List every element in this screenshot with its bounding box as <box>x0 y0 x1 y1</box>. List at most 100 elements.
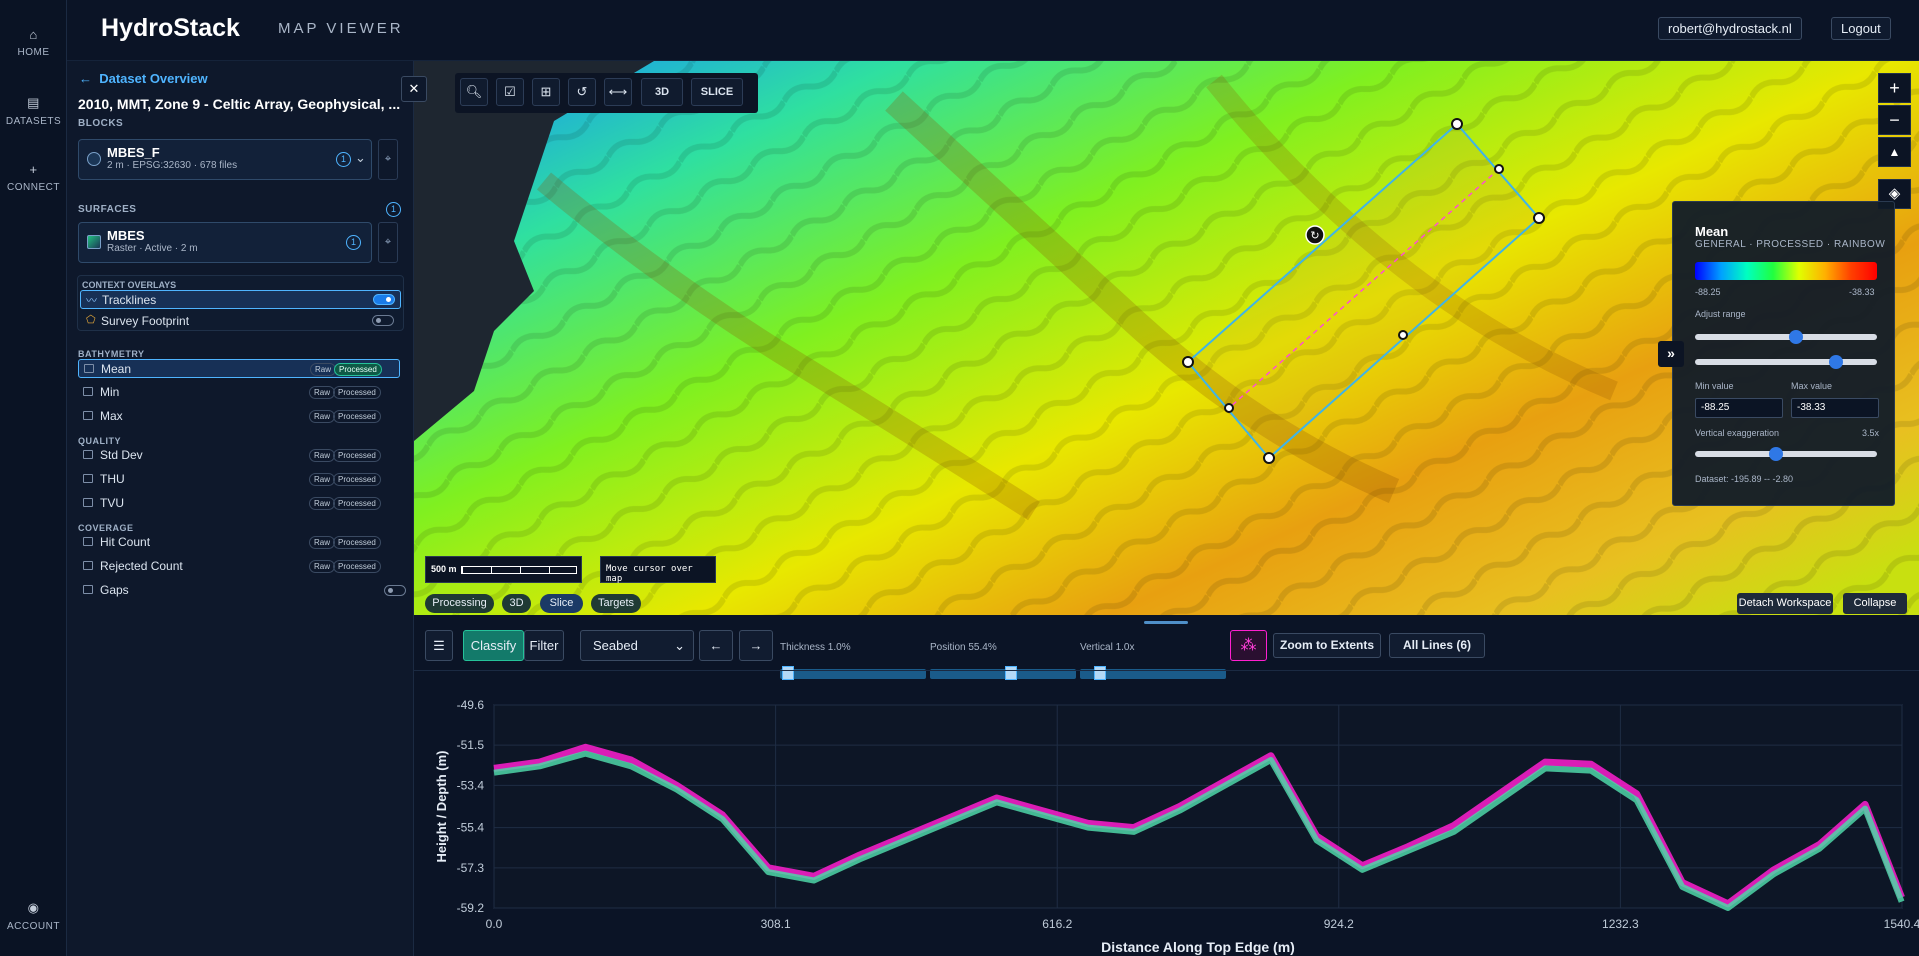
layers-icon: ◈ <box>1888 185 1901 202</box>
processed-tag[interactable]: Processed <box>333 410 381 423</box>
processed-tag[interactable]: Processed <box>333 473 381 486</box>
range-max-slider[interactable] <box>1695 355 1877 369</box>
processed-tag[interactable]: Processed <box>333 536 381 549</box>
color-ramp <box>1695 262 1877 280</box>
slider-knob[interactable] <box>1789 330 1804 344</box>
raw-tag[interactable]: Raw <box>309 497 336 510</box>
all-lines-button[interactable]: All Lines (6) <box>1389 633 1485 658</box>
block-card[interactable]: MBES_F 2 m · EPSG:32630 · 678 files 1 ⌄ <box>78 139 372 180</box>
close-icon: ✕ <box>408 81 420 96</box>
brand-subtitle: MAP VIEWER <box>278 20 404 37</box>
block-pin-button[interactable]: ⌖ <box>378 139 398 180</box>
layer-gaps[interactable]: Gaps <box>78 581 406 600</box>
layer-label: THU <box>100 472 125 486</box>
menu-button[interactable]: ☰ <box>425 630 453 661</box>
tab-slice[interactable]: Slice <box>540 594 583 613</box>
raw-tag[interactable]: Raw <box>309 536 336 549</box>
layer-min[interactable]: Min Raw Processed <box>78 383 400 402</box>
ramp-max-label: -38.33 <box>1849 287 1875 297</box>
zoom-tool-button[interactable]: 🔍︎ <box>460 78 488 106</box>
select-tool-button[interactable]: ☑ <box>496 78 524 106</box>
scale-bar: 500 m <box>425 556 582 583</box>
processed-tag[interactable]: Processed <box>333 386 381 399</box>
filter-button[interactable]: Filter <box>524 630 564 661</box>
processed-tag[interactable]: Processed <box>333 497 381 510</box>
min-value-input[interactable]: -88.25 <box>1695 398 1783 418</box>
blocks-heading: BLOCKS <box>78 118 124 129</box>
processed-tag[interactable]: Processed <box>334 363 382 376</box>
raw-tag[interactable]: Raw <box>310 363 337 376</box>
nav-connect[interactable]: + CONNECT <box>0 162 67 193</box>
range-min-slider[interactable] <box>1695 330 1877 344</box>
3d-button[interactable]: 3D <box>641 78 683 106</box>
nav-home[interactable]: ⌂ HOME <box>0 27 67 58</box>
max-value-input[interactable]: -38.33 <box>1791 398 1879 418</box>
overlay-survey-footprint[interactable]: ⬠ Survey Footprint <box>80 312 401 331</box>
scale-ticks <box>461 566 577 574</box>
measure-icon: ⟷ <box>608 84 628 99</box>
zoom-out-button[interactable]: − <box>1878 105 1911 135</box>
layer-tvu[interactable]: TVU Raw Processed <box>78 494 400 513</box>
gaps-toggle[interactable] <box>384 585 406 596</box>
expand-panel-button[interactable]: » <box>1658 341 1684 367</box>
processed-tag[interactable]: Processed <box>333 449 381 462</box>
group-heading: BATHYMETRY <box>78 349 145 359</box>
compass-button[interactable]: ▲ <box>1878 137 1911 167</box>
vertical-label: Vertical 1.0x <box>1080 642 1135 653</box>
raw-tag[interactable]: Raw <box>309 473 336 486</box>
layer-label: Mean <box>101 362 132 376</box>
x-tick-label: 1232.3 <box>1602 917 1639 931</box>
nav-datasets[interactable]: ▤ DATASETS <box>0 95 67 127</box>
detach-workspace-button[interactable]: Detach Workspace <box>1737 593 1833 614</box>
raw-tag[interactable]: Raw <box>309 560 336 573</box>
user-email-button[interactable]: robert@hydrostack.nl <box>1658 17 1802 40</box>
slider-knob[interactable] <box>1829 355 1844 369</box>
nav-account-label: ACCOUNT <box>7 921 60 932</box>
next-button[interactable]: → <box>739 630 773 661</box>
x-tick-label: 616.2 <box>1042 917 1072 931</box>
back-link[interactable]: ← Dataset Overview <box>79 71 208 86</box>
nav-account[interactable]: ◉ ACCOUNT <box>0 900 67 932</box>
layer-mean[interactable]: Mean Raw Processed <box>78 359 400 378</box>
raw-tag[interactable]: Raw <box>309 449 336 462</box>
prev-button[interactable]: ← <box>699 630 733 661</box>
cursor-readout: Move cursor over map <box>600 556 716 584</box>
raw-tag[interactable]: Raw <box>309 410 336 423</box>
position-label: Position 55.4% <box>930 642 997 653</box>
back-arrow-icon: ← <box>79 71 100 86</box>
collapse-button[interactable]: Collapse <box>1843 593 1907 614</box>
slider-knob[interactable] <box>1768 447 1783 461</box>
layer-std-dev[interactable]: Std Dev Raw Processed <box>78 446 400 465</box>
rotate-tool-button[interactable]: ↺ <box>568 78 596 106</box>
tab-3d[interactable]: 3D <box>502 594 531 613</box>
color-mode-button[interactable]: ⁂ <box>1230 630 1267 661</box>
layer-rejected-count[interactable]: Rejected Count Raw Processed <box>78 557 400 576</box>
footprint-toggle[interactable] <box>372 315 394 326</box>
layer-max[interactable]: Max Raw Processed <box>78 407 400 426</box>
tab-processing[interactable]: Processing <box>425 594 494 613</box>
grid-tool-button[interactable]: ⊞ <box>532 78 560 106</box>
class-select-value: Seabed <box>593 638 638 653</box>
zoom-to-extents-button[interactable]: Zoom to Extents <box>1273 633 1381 658</box>
home-icon: ⌂ <box>29 27 38 42</box>
slice-button[interactable]: SLICE <box>691 78 743 106</box>
raw-tag[interactable]: Raw <box>309 386 336 399</box>
measure-tool-button[interactable]: ⟷ <box>604 78 632 106</box>
chevron-down-icon[interactable]: ⌄ <box>355 150 366 166</box>
tracklines-toggle[interactable] <box>373 294 395 305</box>
close-sidebar-button[interactable]: ✕ <box>401 76 427 102</box>
block-icon <box>87 152 101 166</box>
classify-button[interactable]: Classify <box>463 630 524 661</box>
layer-hit-count[interactable]: Hit Count Raw Processed <box>78 533 400 552</box>
tab-targets[interactable]: Targets <box>591 594 641 613</box>
surface-card[interactable]: MBES Raster · Active · 2 m 1 <box>78 222 372 263</box>
overlay-tracklines[interactable]: 〰 Tracklines <box>80 290 401 309</box>
class-select[interactable]: Seabed ⌄ <box>580 630 694 661</box>
zoom-in-button[interactable]: + <box>1878 73 1911 103</box>
resize-handle[interactable] <box>1144 621 1188 624</box>
vertical-exaggeration-slider[interactable] <box>1695 447 1877 461</box>
processed-tag[interactable]: Processed <box>333 560 381 573</box>
surface-pin-button[interactable]: ⌖ <box>378 222 398 263</box>
layer-thu[interactable]: THU Raw Processed <box>78 470 400 489</box>
logout-button[interactable]: Logout <box>1831 17 1891 40</box>
